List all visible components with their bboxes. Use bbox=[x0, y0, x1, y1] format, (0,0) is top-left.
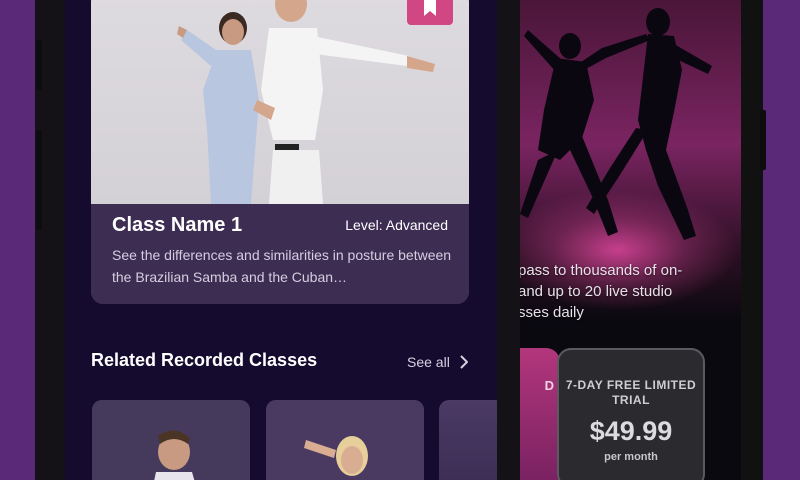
bookmark-button[interactable] bbox=[407, 0, 453, 25]
plan-price: $49.99 bbox=[589, 416, 673, 446]
promo-text: pass to thousands of on- and up to 20 li… bbox=[518, 260, 738, 323]
class-info: Class Name 1 Level: Advanced See the dif… bbox=[91, 204, 469, 304]
promo-line-3: sses daily bbox=[518, 304, 584, 321]
featured-class-card[interactable]: Class Name 1 Level: Advanced See the dif… bbox=[91, 0, 469, 304]
phone-side-button bbox=[36, 40, 42, 90]
phone-side-button bbox=[760, 110, 766, 170]
plan-period: per month bbox=[604, 451, 658, 463]
background-phone-screen: pass to thousands of on- and up to 20 li… bbox=[498, 0, 741, 480]
see-all-label: See all bbox=[407, 354, 450, 370]
main-phone-screen: Class Name 1 Level: Advanced See the dif… bbox=[65, 0, 497, 480]
plan-card-partial[interactable]: D bbox=[518, 348, 560, 480]
related-class-thumbnail-2[interactable] bbox=[266, 400, 424, 480]
see-all-link[interactable]: See all bbox=[407, 354, 468, 370]
class-description: See the differences and similarities in … bbox=[112, 247, 452, 285]
phone-side-button bbox=[36, 130, 42, 230]
promo-line-1: pass to thousands of on- bbox=[518, 262, 683, 279]
plan-card-free-trial[interactable]: 7-DAY FREE LIMITED TRIAL $49.99 per mont… bbox=[557, 348, 705, 480]
class-level: Level: Advanced bbox=[345, 217, 448, 233]
class-name: Class Name 1 bbox=[112, 214, 243, 236]
dancers-photo-illustration bbox=[177, 0, 435, 204]
promo-line-2: and up to 20 live studio bbox=[518, 283, 673, 300]
section-title-related-classes: Related Recorded Classes bbox=[91, 350, 318, 370]
dancing-couple-silhouette bbox=[520, 8, 712, 240]
plan-card-partial-label: D bbox=[544, 378, 554, 393]
class-photo bbox=[91, 0, 469, 204]
chevron-right-icon bbox=[460, 355, 468, 369]
related-class-thumbnail-1[interactable] bbox=[92, 400, 250, 480]
dancer-thumbnail-image bbox=[266, 400, 424, 480]
bookmark-icon bbox=[424, 0, 436, 16]
related-class-thumbnail-3[interactable] bbox=[439, 400, 497, 480]
dancer-thumbnail-image bbox=[92, 400, 250, 480]
plan-title: 7-DAY FREE LIMITED TRIAL bbox=[565, 378, 697, 407]
